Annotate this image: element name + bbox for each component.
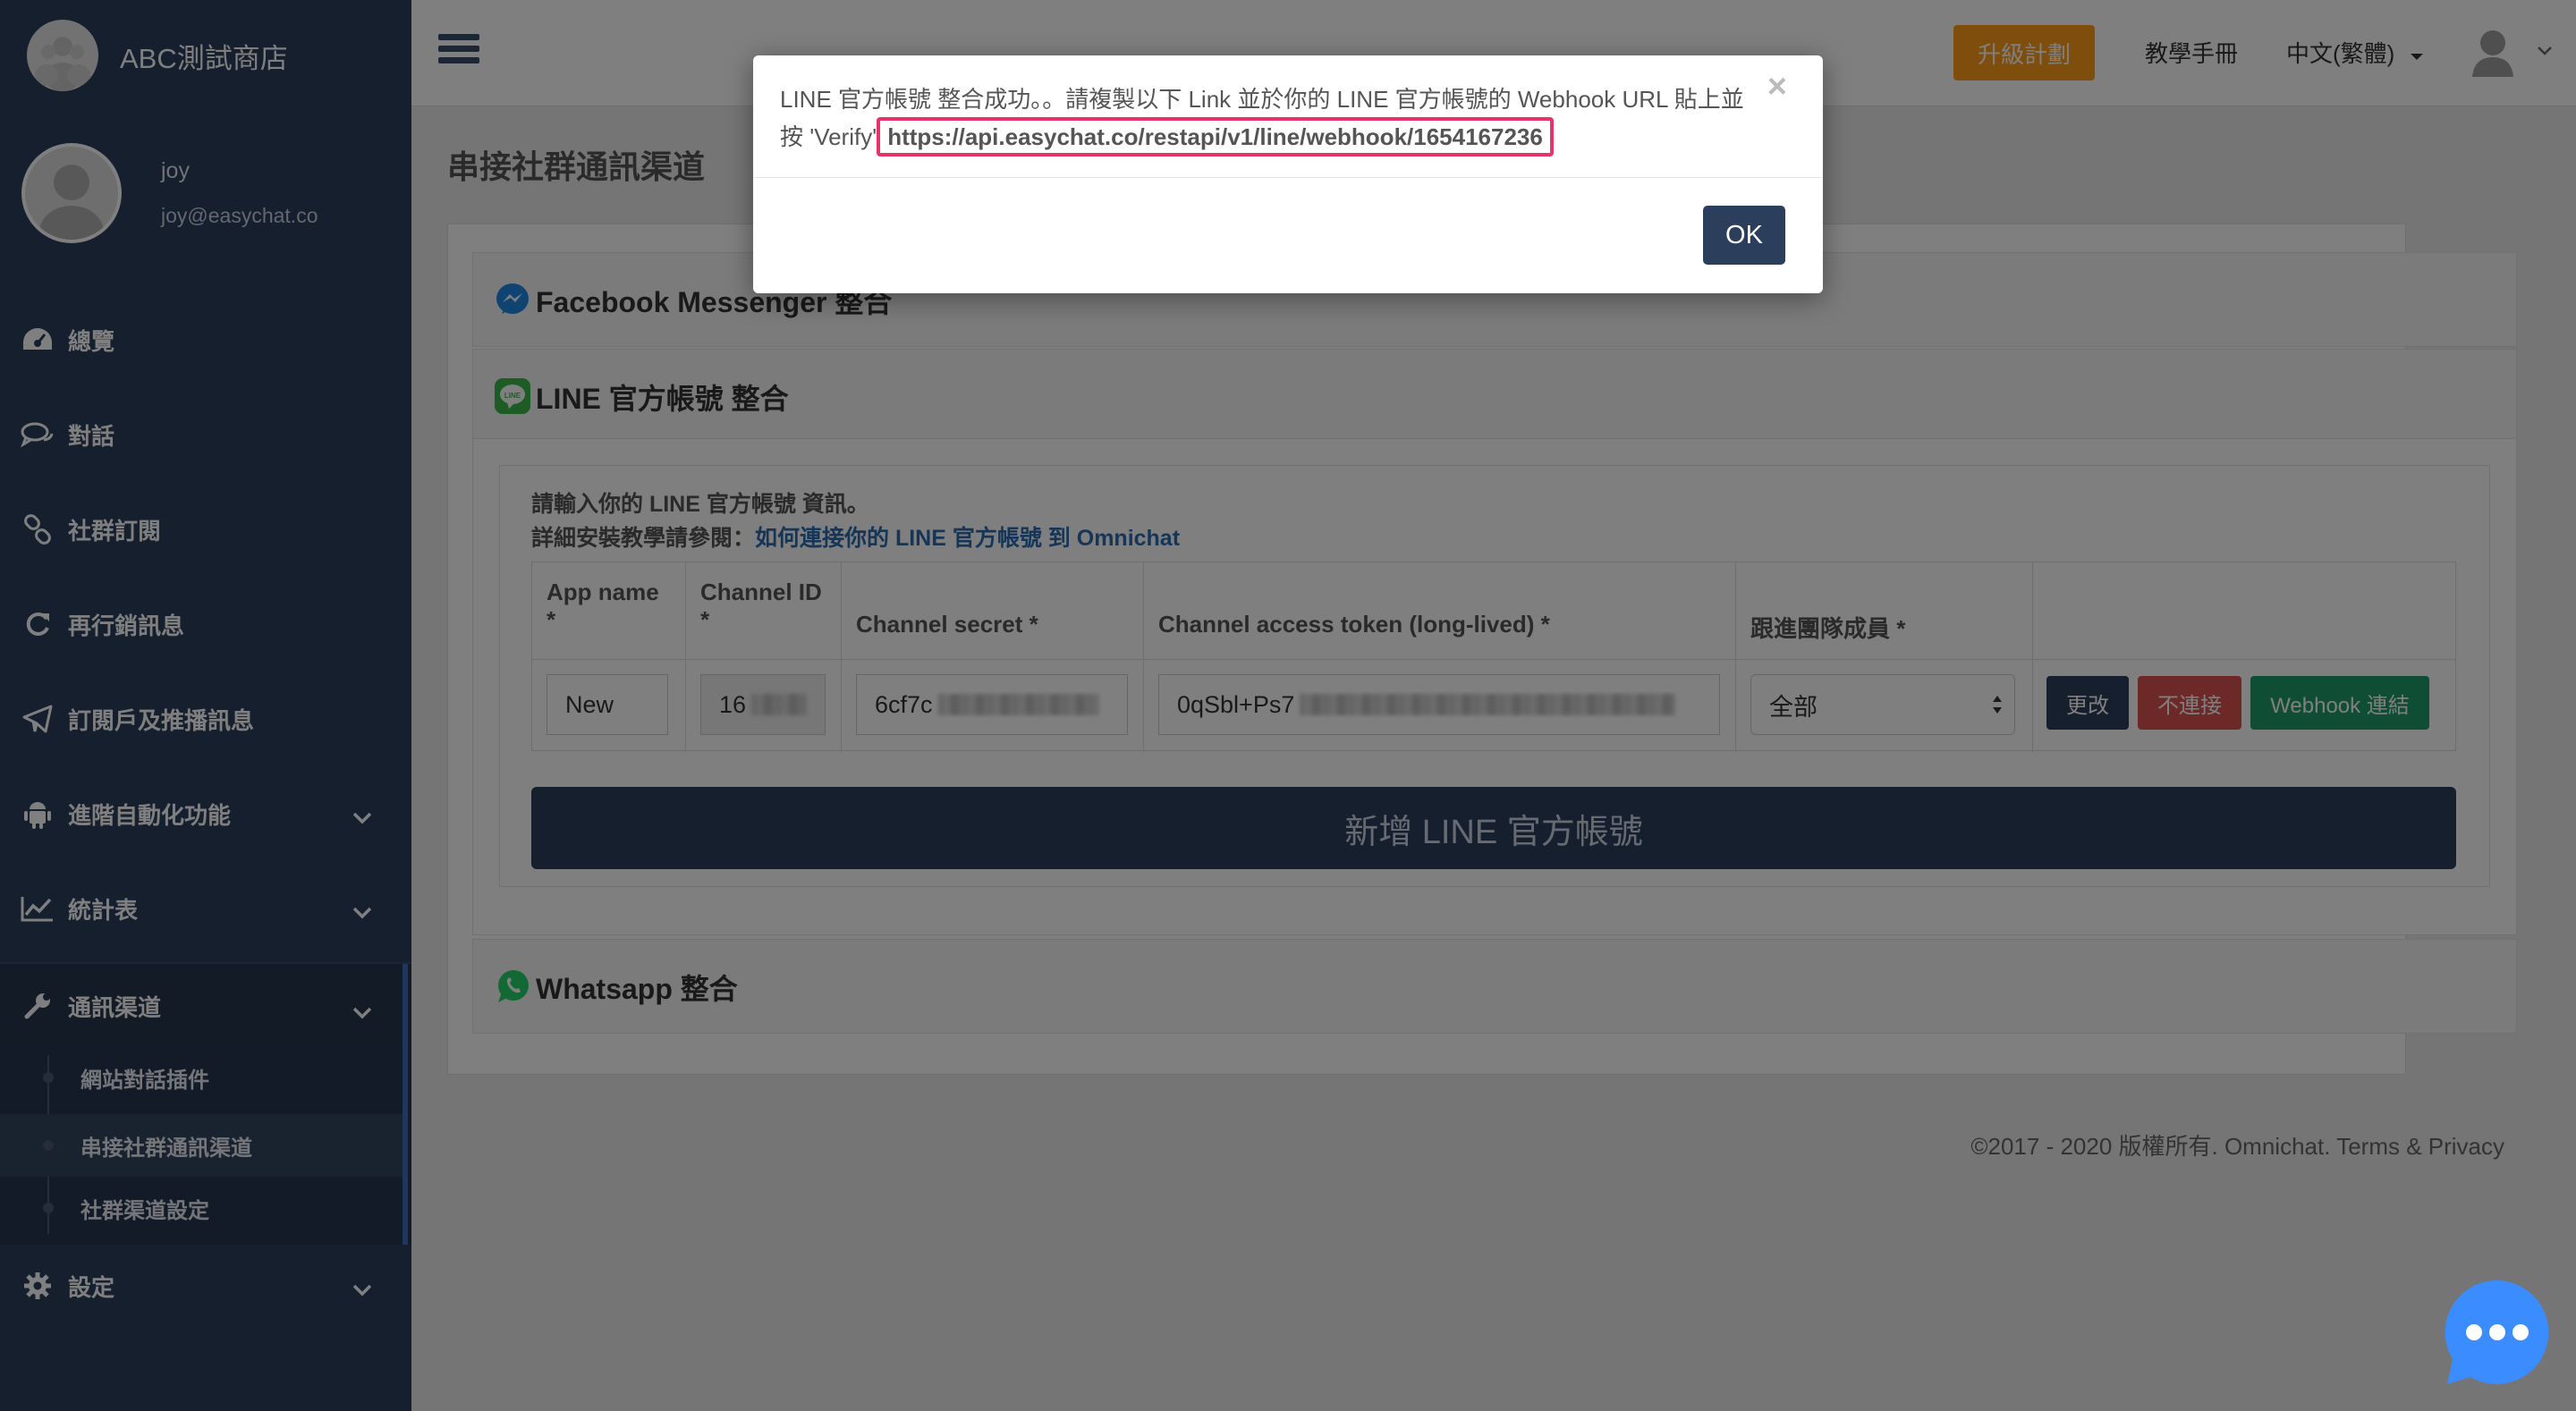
dialog-message: LINE 官方帳號 整合成功。。請複製以下 Link 並於你的 LINE 官方帳… bbox=[780, 82, 1755, 156]
integration-success-dialog: LINE 官方帳號 整合成功。。請複製以下 Link 並於你的 LINE 官方帳… bbox=[753, 55, 1823, 293]
close-icon[interactable]: × bbox=[1767, 68, 1787, 106]
chat-widget-icon[interactable] bbox=[2440, 1277, 2551, 1388]
dialog-divider bbox=[753, 177, 1823, 178]
webhook-url[interactable]: https://api.easychat.co/restapi/v1/line/… bbox=[877, 117, 1554, 156]
ok-button[interactable]: OK bbox=[1703, 206, 1785, 265]
